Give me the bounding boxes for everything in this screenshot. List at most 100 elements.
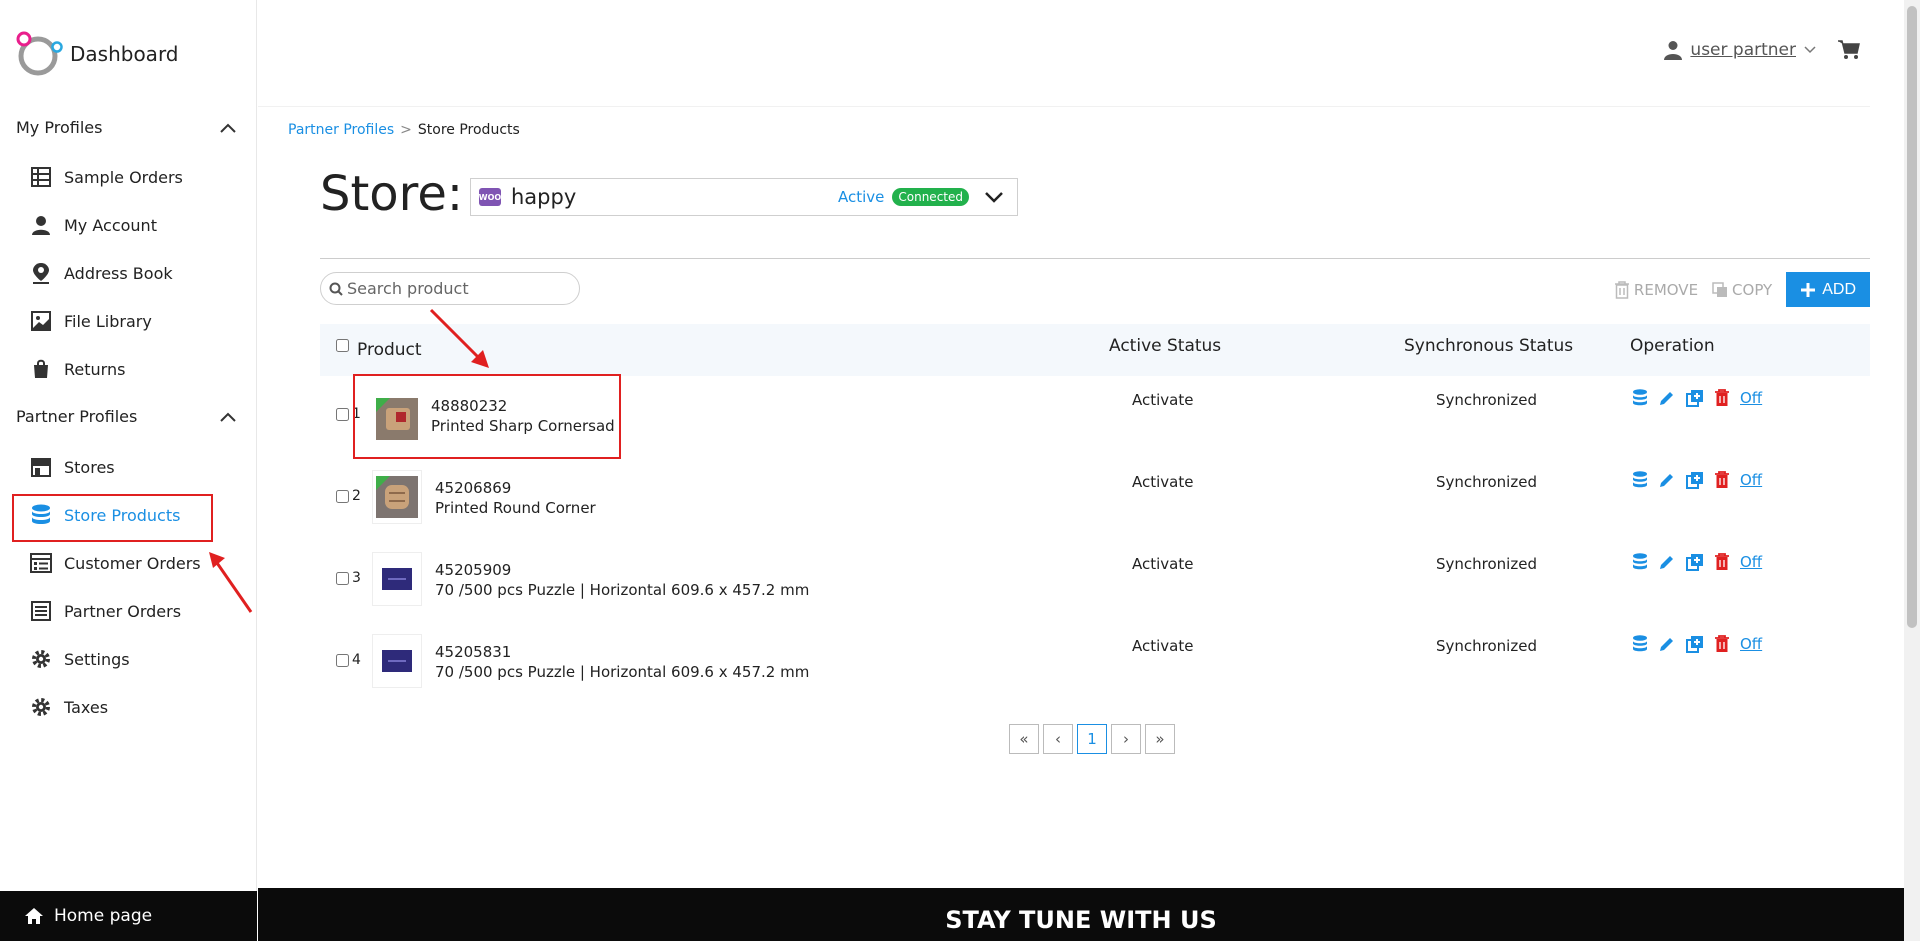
sidebar-item-partner-orders[interactable]: Partner Orders — [30, 598, 181, 624]
sidebar-item-address-book[interactable]: Address Book — [30, 260, 173, 286]
sidebar-item-label: Partner Orders — [64, 601, 182, 621]
copy-button[interactable]: COPY — [1712, 281, 1772, 299]
row-index: 4 — [352, 652, 361, 668]
row-operations: Off — [1632, 389, 1762, 407]
sidebar-item-label: Sample Orders — [64, 167, 183, 187]
store-heading: Store: — [320, 166, 464, 222]
edit-icon[interactable] — [1658, 553, 1676, 571]
select-all-checkbox[interactable] — [336, 339, 349, 352]
trash-icon[interactable] — [1714, 389, 1730, 407]
section-my-profiles[interactable]: My Profiles — [16, 118, 236, 137]
page-current-button[interactable]: 1 — [1077, 724, 1107, 754]
product-sku: 45206869 — [435, 479, 512, 497]
database-icon[interactable] — [1632, 471, 1648, 489]
sidebar-item-file-library[interactable]: File Library — [30, 308, 152, 334]
section-partner-profiles[interactable]: Partner Profiles — [16, 407, 236, 426]
breadcrumb-current: Store Products — [417, 122, 520, 138]
toggle-off-link[interactable]: Off — [1740, 635, 1762, 653]
page-prev-button[interactable]: ‹ — [1043, 724, 1073, 754]
add-button[interactable]: ADD — [1786, 272, 1870, 307]
add-label: ADD — [1822, 280, 1856, 298]
breadcrumb-separator: > — [400, 122, 412, 138]
edit-icon[interactable] — [1658, 471, 1676, 489]
user-icon — [30, 214, 52, 236]
trash-icon[interactable] — [1714, 553, 1730, 571]
sidebar-item-label: File Library — [64, 311, 152, 331]
row-checkbox[interactable] — [336, 408, 349, 421]
trash-icon[interactable] — [1714, 635, 1730, 653]
section-my-profiles-label: My Profiles — [16, 118, 103, 137]
active-status: Activate — [1132, 391, 1194, 409]
product-thumbnail[interactable] — [372, 470, 422, 524]
product-name[interactable]: 70 /500 pcs Puzzle | Horizontal 609.6 x … — [435, 580, 809, 600]
sidebar-item-label: Address Book — [64, 263, 173, 283]
row-checkbox[interactable] — [336, 654, 349, 667]
sidebar-item-customer-orders[interactable]: Customer Orders — [30, 550, 201, 576]
sidebar-item-returns[interactable]: Returns — [30, 356, 125, 382]
search-input[interactable] — [347, 279, 567, 298]
home-page-label: Home page — [54, 906, 153, 926]
sidebar-item-stores[interactable]: Stores — [30, 454, 115, 480]
product-name[interactable]: Printed Round Corner — [435, 498, 596, 518]
main-divider — [320, 258, 1870, 259]
sidebar-item-my-account[interactable]: My Account — [30, 212, 157, 238]
toggle-off-link[interactable]: Off — [1740, 389, 1762, 407]
annotation-highlight-sidebar — [12, 494, 213, 542]
duplicate-icon[interactable] — [1686, 553, 1704, 571]
sidebar-item-sample-orders[interactable]: Sample Orders — [30, 164, 183, 190]
brand[interactable]: Dashboard — [14, 30, 179, 78]
scrollbar[interactable] — [1904, 0, 1920, 941]
duplicate-icon[interactable] — [1686, 635, 1704, 653]
product-info: 45205831 70 /500 pcs Puzzle | Horizontal… — [435, 642, 809, 682]
user-menu[interactable]: user partner — [1664, 40, 1860, 60]
table-row: 4 45205831 70 /500 pcs Puzzle | Horizont… — [320, 622, 1870, 704]
home-page-link[interactable]: Home page — [0, 891, 257, 941]
toggle-off-link[interactable]: Off — [1740, 471, 1762, 489]
image-icon — [30, 310, 52, 332]
sidebar-item-label: My Account — [64, 215, 157, 235]
product-sku: 45205909 — [435, 561, 512, 579]
active-status: Activate — [1132, 637, 1194, 655]
product-image-icon — [376, 476, 418, 518]
copy-icon — [1712, 281, 1728, 297]
sidebar-item-settings[interactable]: Settings — [30, 646, 130, 672]
edit-icon[interactable] — [1658, 635, 1676, 653]
page-first-button[interactable]: « — [1009, 724, 1039, 754]
customer-list-icon — [30, 552, 52, 574]
cart-icon[interactable] — [1838, 40, 1860, 60]
row-checkbox[interactable] — [336, 490, 349, 503]
toggle-off-link[interactable]: Off — [1740, 553, 1762, 571]
store-active-status: Active — [837, 188, 885, 206]
row-operations: Off — [1632, 553, 1762, 571]
remove-label: REMOVE — [1633, 280, 1699, 299]
page-last-button[interactable]: » — [1145, 724, 1175, 754]
trash-icon[interactable] — [1714, 471, 1730, 489]
sidebar-item-taxes[interactable]: Taxes — [30, 694, 108, 720]
database-icon[interactable] — [1632, 635, 1648, 653]
duplicate-icon[interactable] — [1686, 389, 1704, 407]
annotation-arrow-icon — [429, 308, 489, 368]
search-box[interactable] — [320, 272, 580, 305]
chevron-down-icon — [979, 191, 1009, 203]
search-icon — [329, 282, 343, 296]
active-status: Activate — [1132, 555, 1194, 573]
edit-icon[interactable] — [1658, 389, 1676, 407]
duplicate-icon[interactable] — [1686, 471, 1704, 489]
row-checkbox[interactable] — [336, 572, 349, 585]
copy-label: COPY — [1732, 280, 1773, 299]
remove-button[interactable]: REMOVE — [1614, 281, 1698, 299]
product-name[interactable]: 70 /500 pcs Puzzle | Horizontal 609.6 x … — [435, 662, 809, 682]
breadcrumb-partner-profiles[interactable]: Partner Profiles — [288, 122, 394, 138]
store-select[interactable]: WOO happy Active Connected — [470, 178, 1018, 216]
product-thumbnail[interactable] — [372, 552, 422, 606]
sidebar-item-label: Stores — [64, 457, 115, 477]
sync-status: Synchronized — [1436, 391, 1537, 409]
sidebar: Dashboard My Profiles Sample Orders My A… — [0, 0, 257, 941]
database-icon[interactable] — [1632, 553, 1648, 571]
database-icon[interactable] — [1632, 389, 1648, 407]
product-sku: 45205831 — [435, 643, 512, 661]
user-name-link[interactable]: user partner — [1690, 40, 1796, 60]
scrollbar-thumb[interactable] — [1907, 6, 1917, 628]
product-thumbnail[interactable] — [372, 634, 422, 688]
page-next-button[interactable]: › — [1111, 724, 1141, 754]
